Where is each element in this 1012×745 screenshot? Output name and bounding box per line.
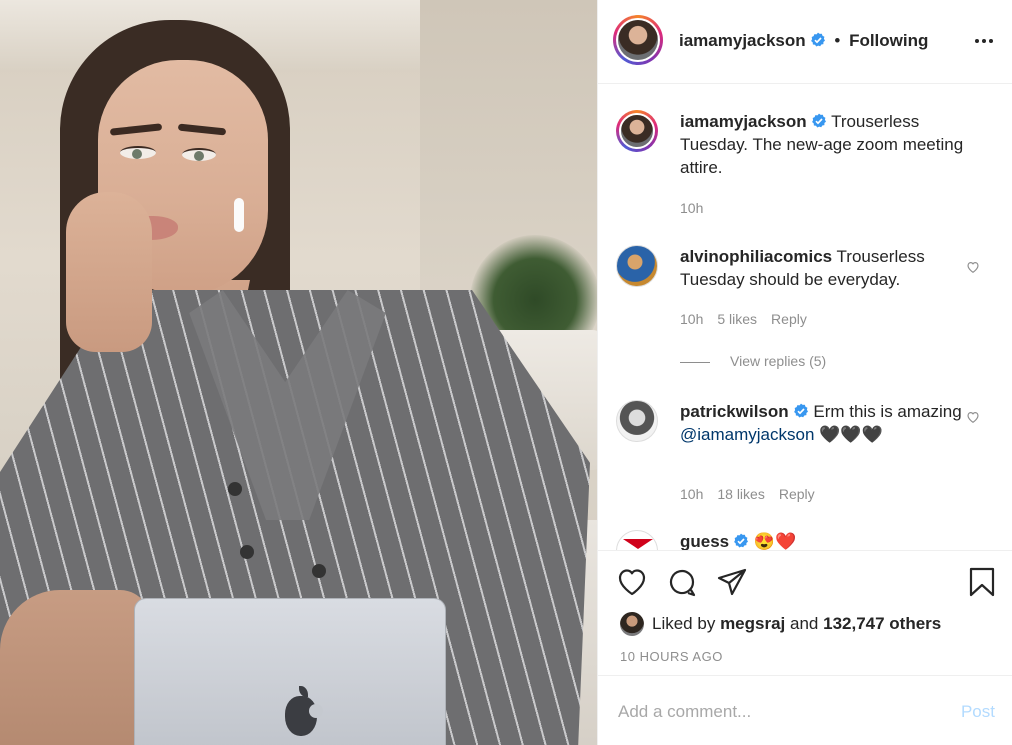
comment-item: guess 😍❤️ [613, 530, 998, 550]
comment-time[interactable]: 10h [680, 311, 703, 327]
reply-button[interactable]: Reply [779, 486, 815, 502]
comment-likes[interactable]: 5 likes [717, 311, 757, 327]
verified-badge-icon [793, 403, 808, 418]
photo-eye-left [120, 146, 156, 159]
apple-logo-icon [285, 686, 323, 736]
comment-input[interactable] [618, 698, 938, 726]
photo-eye-right [182, 148, 216, 161]
liked-by-others[interactable]: 132,747 others [823, 614, 941, 634]
photo-blazer-button [228, 482, 242, 496]
post-timestamp[interactable]: 10 HOURS AGO [620, 649, 723, 664]
liked-by-and: and [790, 614, 819, 633]
heart-icon[interactable] [616, 566, 648, 598]
comment-emoji: 😍❤️ [753, 532, 797, 550]
comment-item: alvinophiliacomics Trouserless Tuesday s… [613, 245, 998, 355]
post-header: iamamyjackson • Following [598, 0, 1012, 84]
caption-avatar[interactable] [616, 110, 658, 152]
caption-meta: 10h [680, 200, 717, 216]
reply-button[interactable]: Reply [771, 311, 807, 327]
comment-username[interactable]: patrickwilson [680, 402, 789, 421]
post-photo[interactable] [0, 0, 597, 745]
verified-badge-icon [810, 32, 825, 47]
comment-likes[interactable]: 18 likes [717, 486, 764, 502]
bookmark-icon[interactable] [966, 566, 998, 598]
post-actions: Liked by megsraj and 132,747 others 10 H… [598, 550, 1012, 745]
verified-badge-icon [811, 113, 826, 128]
caption-comment: iamamyjackson Trouserless Tuesday. The n… [613, 110, 998, 220]
post-side-panel: iamamyjackson • Following iamamyjackson … [597, 0, 1012, 745]
comment-meta: 10h 18 likes Reply [680, 486, 829, 502]
caption-body: iamamyjackson Trouserless Tuesday. The n… [680, 110, 970, 179]
comment-emoji: 🖤🖤🖤 [819, 425, 883, 444]
comment-body: alvinophiliacomics Trouserless Tuesday s… [680, 245, 970, 291]
comments-list[interactable]: iamamyjackson Trouserless Tuesday. The n… [598, 85, 1012, 550]
comment-username[interactable]: alvinophiliacomics [680, 247, 832, 266]
following-button[interactable]: Following [849, 31, 928, 50]
comment-like-icon[interactable] [966, 410, 980, 424]
comment-icon[interactable] [666, 566, 698, 598]
liked-by-prefix: Liked by [652, 614, 716, 633]
comment-text: Erm this is amazing [813, 402, 962, 421]
share-icon[interactable] [716, 566, 748, 598]
view-replies-label: View replies (5) [730, 353, 827, 369]
photo-blazer-button [240, 545, 254, 559]
comment-meta: 10h 5 likes Reply [680, 311, 821, 327]
mention-link[interactable]: @iamamyjackson [680, 425, 814, 444]
comment-avatar[interactable] [616, 530, 658, 550]
comment-body: patrickwilson Erm this is amazing @iamam… [680, 400, 970, 446]
photo-leg [0, 590, 150, 745]
liked-by-avatar[interactable] [620, 612, 644, 636]
liked-by-line: Liked by megsraj and 132,747 others [620, 611, 941, 637]
comment-body: guess 😍❤️ [680, 530, 970, 550]
photo-earpod [234, 198, 244, 232]
post-button[interactable]: Post [961, 702, 995, 722]
comment-like-icon[interactable] [966, 260, 980, 274]
comment-composer: Post [598, 675, 1012, 745]
photo-hand [66, 192, 152, 352]
comment-username[interactable]: guess [680, 532, 729, 550]
comment-time[interactable]: 10h [680, 486, 703, 502]
caption-time[interactable]: 10h [680, 200, 703, 216]
caption-username[interactable]: iamamyjackson [680, 112, 807, 131]
comment-avatar[interactable] [616, 245, 658, 287]
comment-item: patrickwilson Erm this is amazing @iamam… [613, 400, 998, 510]
owner-username[interactable]: iamamyjackson [679, 31, 806, 50]
view-replies-button[interactable]: View replies (5) [680, 353, 826, 369]
header-user-line: iamamyjackson • Following [679, 31, 928, 51]
verified-badge-icon [734, 533, 749, 548]
photo-blazer-button [312, 564, 326, 578]
owner-avatar[interactable] [613, 15, 663, 65]
view-replies-line [680, 361, 710, 363]
more-options-icon[interactable] [973, 30, 995, 52]
liked-by-user[interactable]: megsraj [720, 614, 785, 634]
comment-avatar[interactable] [616, 400, 658, 442]
header-separator: • [834, 31, 841, 50]
